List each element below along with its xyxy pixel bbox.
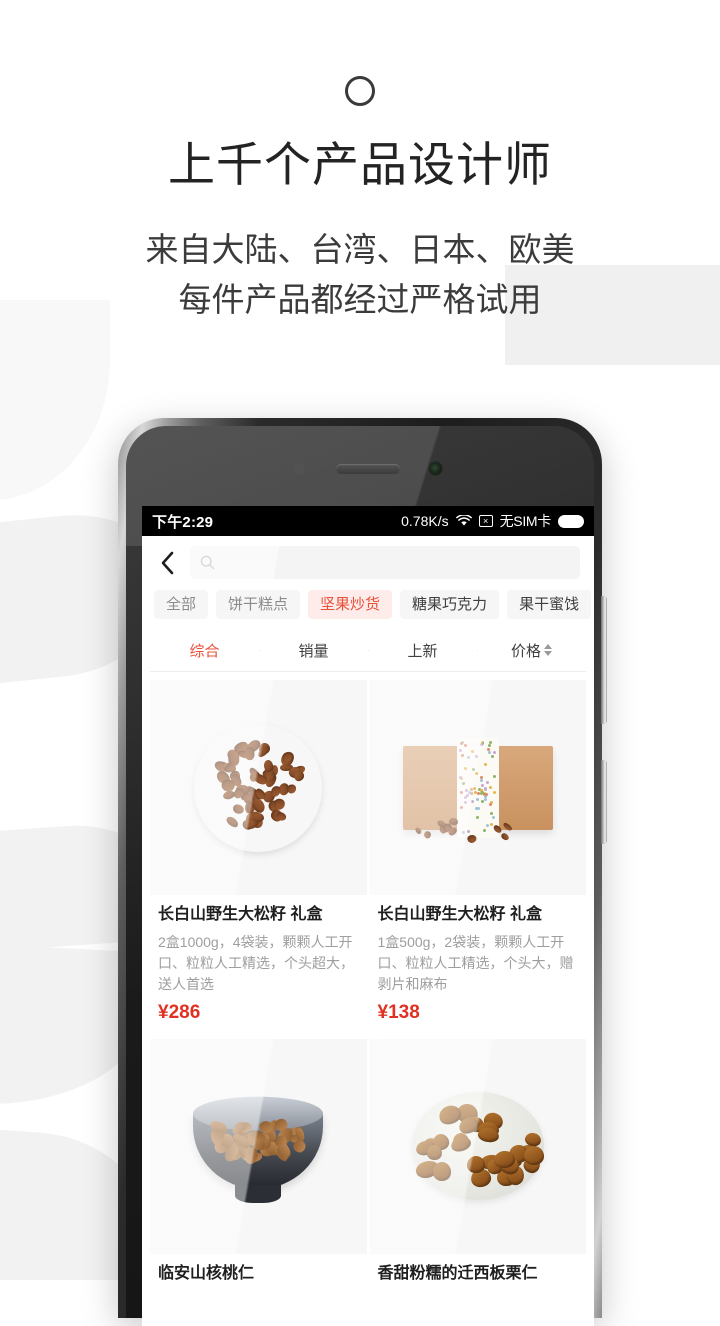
category-chip-0[interactable]: 全部 <box>154 590 208 619</box>
product-image-kraft-gift-box <box>370 680 587 895</box>
search-icon <box>200 555 215 570</box>
category-chip-2[interactable]: 坚果炒货 <box>308 590 392 619</box>
no-signal-icon: × <box>479 515 493 527</box>
search-bar[interactable] <box>190 546 580 579</box>
category-chip-3[interactable]: 糖果巧克力 <box>400 590 499 619</box>
proximity-sensor-icon <box>294 464 305 475</box>
product-grid: 长白山野生大松籽 礼盒 2盒1000g，4袋装，颗颗人工开口、粒粒人工精选，个头超… <box>142 672 594 1297</box>
product-card[interactable]: 香甜粉糯的迁西板栗仁 <box>370 1039 587 1297</box>
product-price: ¥286 <box>158 1002 359 1024</box>
product-info: 香甜粉糯的迁西板栗仁 <box>370 1254 587 1297</box>
product-info: 长白山野生大松籽 礼盒 2盒1000g，4袋装，颗颗人工开口、粒粒人工精选，个头超… <box>150 895 367 1036</box>
earpiece-speaker-icon <box>336 464 400 474</box>
product-card[interactable]: 长白山野生大松籽 礼盒 1盒500g，2袋装，颗颗人工开口、粒粒人工精选，个头大，… <box>370 680 587 1036</box>
sort-tab-2[interactable]: 上新 <box>368 640 477 661</box>
status-bar: 下午2:29 0.78K/s × 无SIM卡 <box>142 506 594 536</box>
phone-screen: 下午2:29 0.78K/s × 无SIM卡 全部 饼干糕点 坚果炒货 糖果巧克… <box>142 506 594 1326</box>
product-title: 临安山核桃仁 <box>158 1264 359 1285</box>
category-chip-row[interactable]: 全部 饼干糕点 坚果炒货 糖果巧克力 果干蜜饯 <box>142 588 594 629</box>
sort-arrows-icon <box>544 644 552 656</box>
hero-subtitle-line-1: 来自大陆、台湾、日本、欧美 <box>0 226 720 274</box>
category-chip-1[interactable]: 饼干糕点 <box>216 590 300 619</box>
circle-outline-icon <box>345 76 375 106</box>
product-description: 2盒1000g，4袋装，颗颗人工开口、粒粒人工精选，个头超大，送人首选 <box>158 932 359 995</box>
hero-subtitle-line-2: 每件产品都经过严格试用 <box>0 276 720 324</box>
product-image-chestnuts-on-light-plate <box>370 1039 587 1254</box>
product-info: 临安山核桃仁 <box>150 1254 367 1297</box>
sort-tab-label: 上新 <box>407 640 437 661</box>
sort-tab-label: 销量 <box>298 640 328 661</box>
phone-mockup: 下午2:29 0.78K/s × 无SIM卡 全部 饼干糕点 坚果炒货 糖果巧克… <box>118 418 602 1318</box>
wifi-icon <box>456 515 472 527</box>
status-indicators: 0.78K/s × 无SIM卡 <box>401 511 584 531</box>
product-card[interactable]: 长白山野生大松籽 礼盒 2盒1000g，4袋装，颗颗人工开口、粒粒人工精选，个头超… <box>150 680 367 1036</box>
power-button[interactable] <box>601 760 607 844</box>
hero-text-block: 上千个产品设计师 来自大陆、台湾、日本、欧美 每件产品都经过严格试用 <box>0 0 720 324</box>
phone-bezel: 下午2:29 0.78K/s × 无SIM卡 全部 饼干糕点 坚果炒货 糖果巧克… <box>126 426 594 1318</box>
decor-swoosh-top-left <box>0 300 110 500</box>
page-title: 上千个产品设计师 <box>0 138 720 192</box>
product-info: 长白山野生大松籽 礼盒 1盒500g，2袋装，颗颗人工开口、粒粒人工精选，个头大，… <box>370 895 587 1036</box>
category-chip-4[interactable]: 果干蜜饯 <box>507 590 591 619</box>
sort-tab-0[interactable]: 综合 <box>150 640 259 661</box>
product-title: 长白山野生大松籽 礼盒 <box>378 905 579 926</box>
status-time: 下午2:29 <box>152 511 213 532</box>
product-image-walnuts-in-dark-bowl <box>150 1039 367 1254</box>
volume-button[interactable] <box>601 596 607 724</box>
product-price: ¥138 <box>378 1002 579 1024</box>
sim-status-label: 无SIM卡 <box>500 511 551 531</box>
search-header <box>142 536 594 588</box>
product-card[interactable]: 临安山核桃仁 <box>150 1039 367 1297</box>
sort-tab-bar[interactable]: 综合 销量 上新 价格 <box>150 629 586 672</box>
battery-icon <box>558 515 584 528</box>
network-speed-label: 0.78K/s <box>401 513 448 529</box>
search-input[interactable] <box>222 555 570 571</box>
product-description: 1盒500g，2袋装，颗颗人工开口、粒粒人工精选，个头大，赠剥片和麻布 <box>378 932 579 995</box>
sort-tab-3[interactable]: 价格 <box>477 640 586 661</box>
sort-tab-label: 价格 <box>511 640 541 661</box>
product-title: 香甜粉糯的迁西板栗仁 <box>378 1264 579 1285</box>
front-camera-icon <box>429 462 442 475</box>
sort-tab-label: 综合 <box>189 640 219 661</box>
back-button[interactable] <box>152 548 182 578</box>
back-chevron-icon <box>160 551 175 575</box>
product-image-pine-nuts-on-wooden-plate <box>150 680 367 895</box>
product-title: 长白山野生大松籽 礼盒 <box>158 905 359 926</box>
sort-tab-1[interactable]: 销量 <box>259 640 368 661</box>
